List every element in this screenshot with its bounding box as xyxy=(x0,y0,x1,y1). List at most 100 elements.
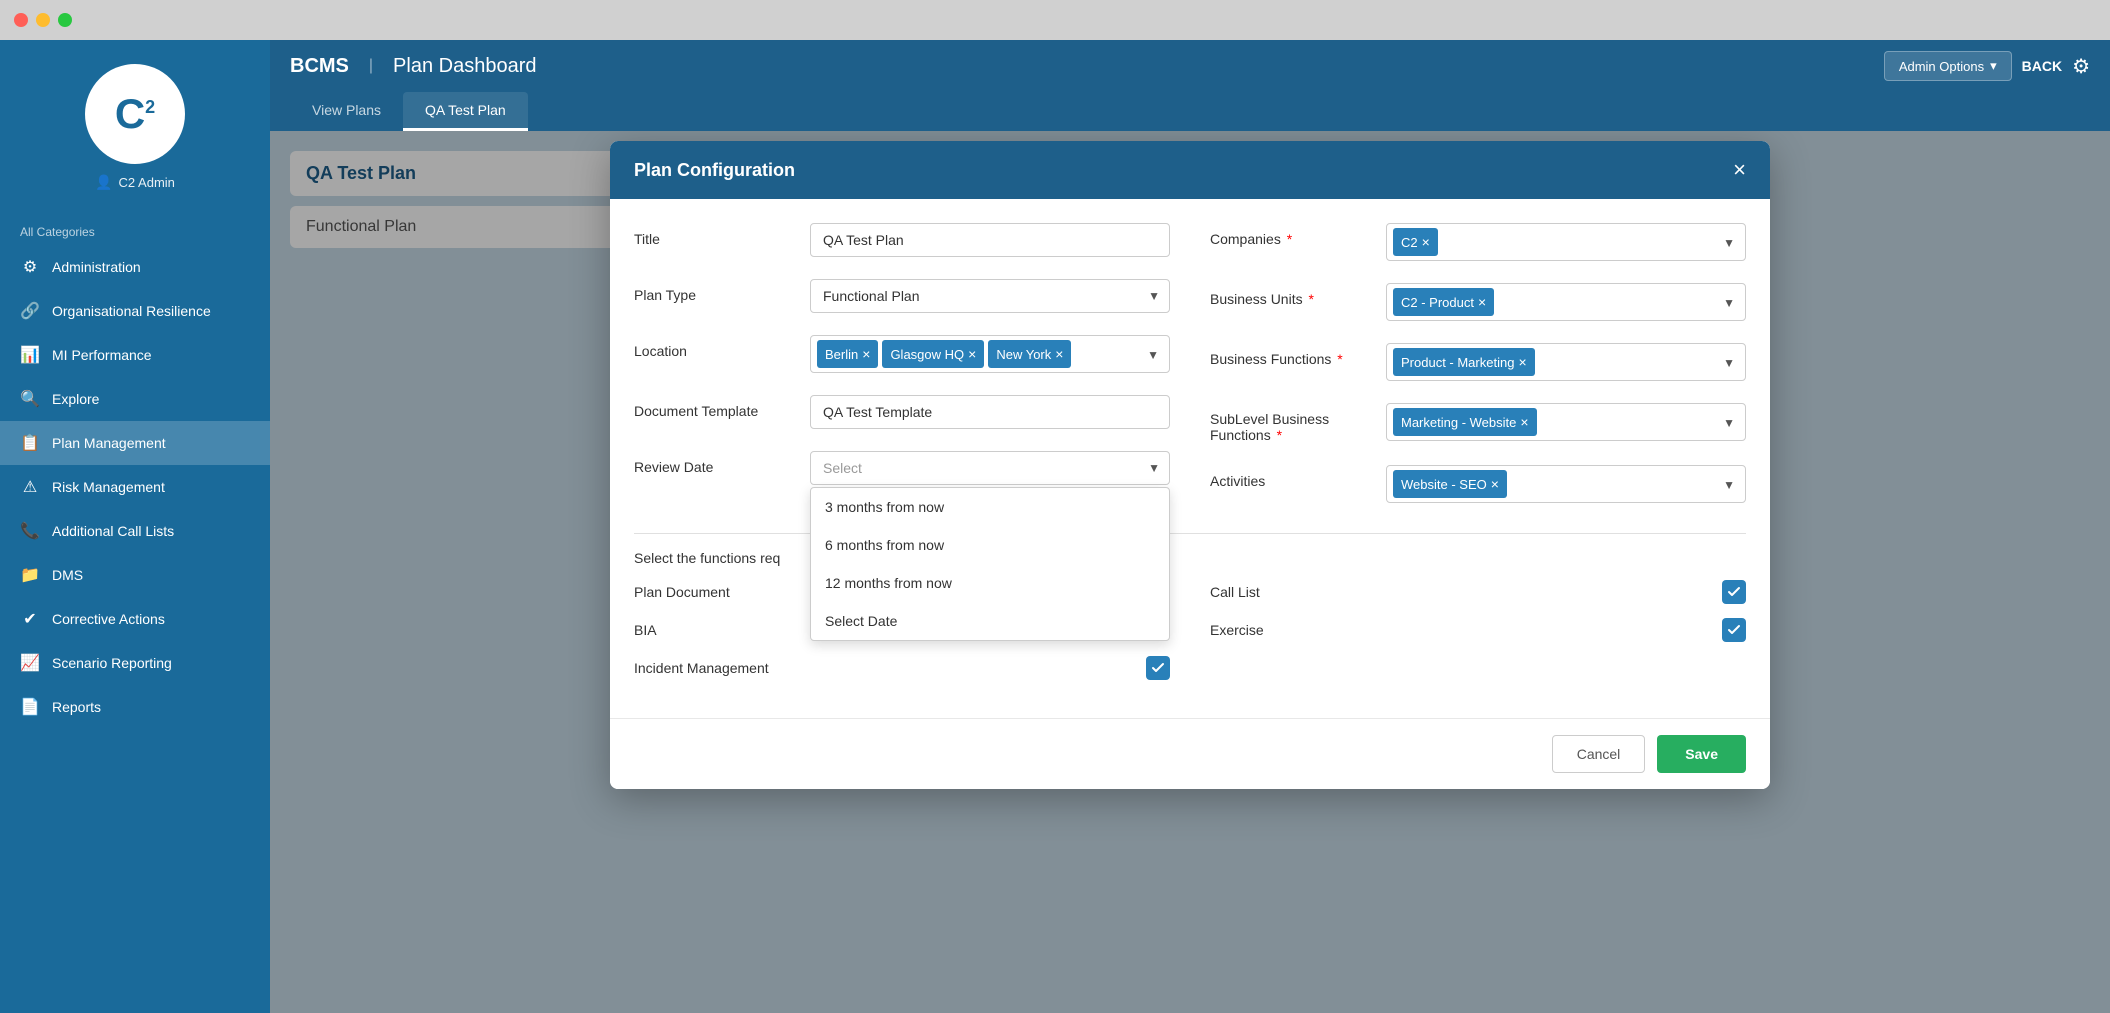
functions-section: Select the functions req Plan Document C… xyxy=(634,533,1746,694)
location-tags-input[interactable]: Berlin × Glasgow HQ × xyxy=(810,335,1170,373)
location-tag-glasgow-remove[interactable]: × xyxy=(968,347,976,361)
tab-qa-test-plan[interactable]: QA Test Plan xyxy=(403,92,528,131)
form-row-business-units: Business Units * C2 - Product × xyxy=(1210,283,1746,321)
window-minimize-button[interactable] xyxy=(36,13,50,27)
sidebar-item-scenario-reporting[interactable]: 📈 Scenario Reporting xyxy=(0,641,270,685)
form-row-plan-type: Plan Type Functional Plan ▼ xyxy=(634,279,1170,313)
sidebar-item-explore[interactable]: 🔍 Explore xyxy=(0,377,270,421)
sublevel-business-functions-label: SubLevel Business Functions * xyxy=(1210,403,1370,443)
admin-options-button[interactable]: Admin Options ▾ xyxy=(1884,51,2012,81)
business-units-tag-c2-product: C2 - Product × xyxy=(1393,288,1494,316)
sidebar-item-organisational-resilience[interactable]: 🔗 Organisational Resilience xyxy=(0,289,270,333)
sidebar-label-organisational-resilience: Organisational Resilience xyxy=(52,303,211,319)
activities-label: Activities xyxy=(1210,465,1370,489)
modal-footer: Cancel Save xyxy=(610,718,1770,789)
form-row-location: Location Berlin × G xyxy=(634,335,1170,373)
activities-tag-website-seo: Website - SEO × xyxy=(1393,470,1507,498)
form-row-document-template: Document Template xyxy=(634,395,1170,429)
sidebar-label-administration: Administration xyxy=(52,259,141,275)
companies-tags-input[interactable]: C2 × ▼ xyxy=(1386,223,1746,261)
modal-close-button[interactable]: × xyxy=(1733,157,1746,183)
location-label: Location xyxy=(634,335,794,359)
title-input[interactable] xyxy=(810,223,1170,257)
dropdown-item-12months[interactable]: 12 months from now xyxy=(811,564,1169,602)
companies-tag-c2: C2 × xyxy=(1393,228,1438,256)
sublevel-tag-marketing-website: Marketing - Website × xyxy=(1393,408,1537,436)
back-button[interactable]: BACK xyxy=(2022,58,2062,74)
functions-section-label: Select the functions req xyxy=(634,550,1746,566)
sidebar-item-administration[interactable]: ⚙ Administration xyxy=(0,245,270,289)
window-maximize-button[interactable] xyxy=(58,13,72,27)
companies-tag-c2-remove[interactable]: × xyxy=(1422,235,1430,249)
function-call-list-label: Call List xyxy=(1210,584,1260,600)
location-tag-berlin-remove[interactable]: × xyxy=(862,347,870,361)
sidebar-label-mi-performance: MI Performance xyxy=(52,347,152,363)
sidebar-label-corrective-actions: Corrective Actions xyxy=(52,611,165,627)
save-button[interactable]: Save xyxy=(1657,735,1746,773)
form-row-review-date: Review Date Select ▼ 3 months f xyxy=(634,451,1170,485)
location-tag-newyork-remove[interactable]: × xyxy=(1055,347,1063,361)
plan-configuration-modal: Plan Configuration × Title xyxy=(610,141,1770,789)
dropdown-item-3months[interactable]: 3 months from now xyxy=(811,488,1169,526)
modal-overlay[interactable]: Plan Configuration × Title xyxy=(270,131,2110,1013)
business-functions-tags-input[interactable]: Product - Marketing × ▼ xyxy=(1386,343,1746,381)
sidebar-item-risk-management[interactable]: ⚠ Risk Management xyxy=(0,465,270,509)
function-row-exercise: Exercise xyxy=(1210,618,1746,642)
sidebar-item-mi-performance[interactable]: 📊 MI Performance xyxy=(0,333,270,377)
function-plan-document-label: Plan Document xyxy=(634,584,730,600)
business-functions-tag-product-marketing: Product - Marketing × xyxy=(1393,348,1535,376)
topbar-separator: | xyxy=(369,57,373,75)
risk-management-icon: ⚠ xyxy=(20,477,40,497)
companies-arrow-icon: ▼ xyxy=(1723,236,1735,250)
admin-options-label: Admin Options xyxy=(1899,59,1984,74)
functions-grid: Plan Document Call List xyxy=(634,580,1746,694)
function-exercise-checkbox[interactable] xyxy=(1722,618,1746,642)
sublevel-business-functions-tags-input[interactable]: Marketing - Website × ▼ xyxy=(1386,403,1746,441)
plan-type-select[interactable]: Functional Plan ▼ xyxy=(810,279,1170,313)
main-content: BCMS | Plan Dashboard Admin Options ▾ BA… xyxy=(270,40,2110,1013)
sidebar-item-dms[interactable]: 📁 DMS xyxy=(0,553,270,597)
explore-icon: 🔍 xyxy=(20,389,40,409)
document-template-label: Document Template xyxy=(634,395,794,419)
function-row-incident-management: Incident Management xyxy=(634,656,1170,680)
form-row-sublevel-business-functions: SubLevel Business Functions * Marketing … xyxy=(1210,403,1746,443)
gear-settings-button[interactable]: ⚙ xyxy=(2072,54,2090,79)
function-call-list-checkbox[interactable] xyxy=(1722,580,1746,604)
reports-icon: 📄 xyxy=(20,697,40,717)
sublevel-tag-remove[interactable]: × xyxy=(1520,415,1528,429)
function-incident-management-checkbox[interactable] xyxy=(1146,656,1170,680)
function-exercise-label: Exercise xyxy=(1210,622,1264,638)
document-template-input[interactable] xyxy=(810,395,1170,429)
companies-label: Companies * xyxy=(1210,223,1370,247)
window-close-button[interactable] xyxy=(14,13,28,27)
plan-type-value: Functional Plan xyxy=(823,288,920,304)
review-date-control: Select ▼ 3 months from now 6 months from… xyxy=(810,451,1170,485)
sidebar-label-scenario-reporting: Scenario Reporting xyxy=(52,655,172,671)
sidebar-item-reports[interactable]: 📄 Reports xyxy=(0,685,270,729)
logo-circle: C2 xyxy=(85,64,185,164)
sidebar-item-plan-management[interactable]: 📋 Plan Management xyxy=(0,421,270,465)
activities-tag-remove[interactable]: × xyxy=(1491,477,1499,491)
dropdown-item-6months[interactable]: 6 months from now xyxy=(811,526,1169,564)
location-tag-berlin: Berlin × xyxy=(817,340,878,368)
activities-arrow-icon: ▼ xyxy=(1723,478,1735,492)
brand-label: BCMS xyxy=(290,55,349,78)
form-row-activities: Activities Website - SEO × ▼ xyxy=(1210,465,1746,503)
activities-tags-input[interactable]: Website - SEO × ▼ xyxy=(1386,465,1746,503)
form-row-title: Title xyxy=(634,223,1170,257)
cancel-button[interactable]: Cancel xyxy=(1552,735,1646,773)
sidebar-item-corrective-actions[interactable]: ✔ Corrective Actions xyxy=(0,597,270,641)
business-units-tag-remove[interactable]: × xyxy=(1478,295,1486,309)
business-units-arrow-icon: ▼ xyxy=(1723,296,1735,310)
business-functions-tag-remove[interactable]: × xyxy=(1518,355,1526,369)
review-date-select[interactable]: Select ▼ xyxy=(810,451,1170,485)
sidebar-section-label: All Categories xyxy=(0,215,270,245)
sidebar-item-additional-call-lists[interactable]: 📞 Additional Call Lists xyxy=(0,509,270,553)
title-bar xyxy=(0,0,2110,40)
dropdown-item-select-date[interactable]: Select Date xyxy=(811,602,1169,640)
business-functions-arrow-icon: ▼ xyxy=(1723,356,1735,370)
review-date-label: Review Date xyxy=(634,451,794,475)
form-row-business-functions: Business Functions * Product - Marketing… xyxy=(1210,343,1746,381)
business-units-tags-input[interactable]: C2 - Product × ▼ xyxy=(1386,283,1746,321)
tab-view-plans[interactable]: View Plans xyxy=(290,92,403,131)
